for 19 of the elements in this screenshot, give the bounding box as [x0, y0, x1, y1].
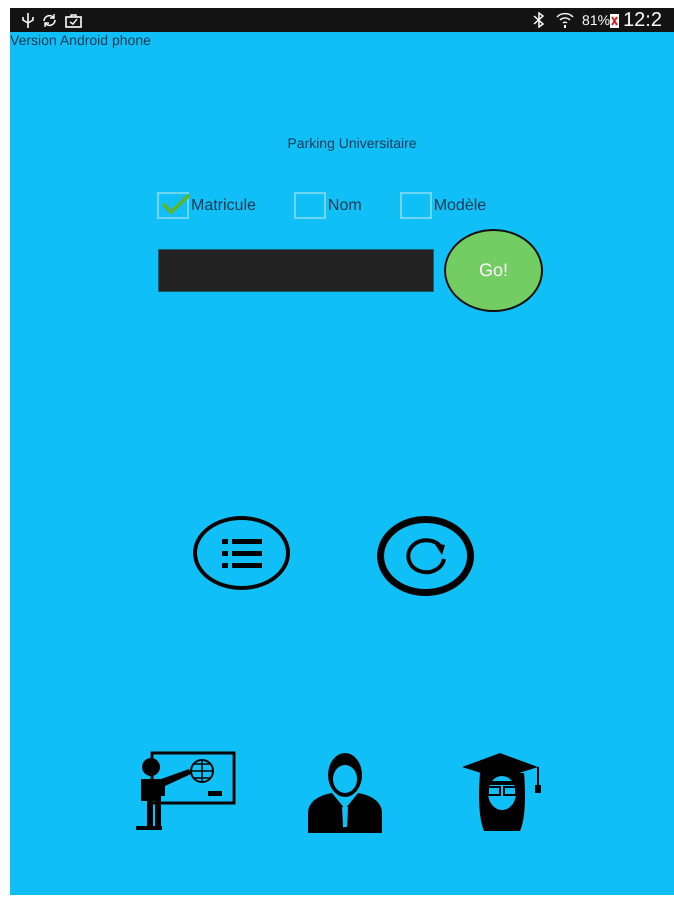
battery-percent: 81%	[582, 10, 610, 30]
search-field[interactable]	[158, 249, 434, 292]
wifi-icon	[556, 12, 574, 28]
clock: 12:2	[623, 10, 662, 30]
refresh-button[interactable]	[377, 516, 474, 596]
list-icon	[220, 536, 264, 570]
page-title: Parking Universitaire	[287, 134, 417, 153]
check-icon	[161, 192, 191, 216]
app-label: Version Android phone	[10, 32, 151, 48]
search-option-checkbox[interactable]: Nom	[294, 192, 362, 219]
usb-icon	[22, 12, 34, 28]
teacher-board-icon[interactable]	[136, 751, 238, 833]
battery-icon	[610, 12, 620, 28]
sync-icon	[42, 12, 57, 28]
bluetooth-icon	[533, 12, 544, 28]
briefcase-icon	[65, 12, 82, 28]
list-button[interactable]	[193, 516, 290, 590]
search-option-checkbox[interactable]: Modèle	[400, 192, 486, 219]
search-option-checkbox[interactable]: Matricule	[157, 192, 256, 219]
